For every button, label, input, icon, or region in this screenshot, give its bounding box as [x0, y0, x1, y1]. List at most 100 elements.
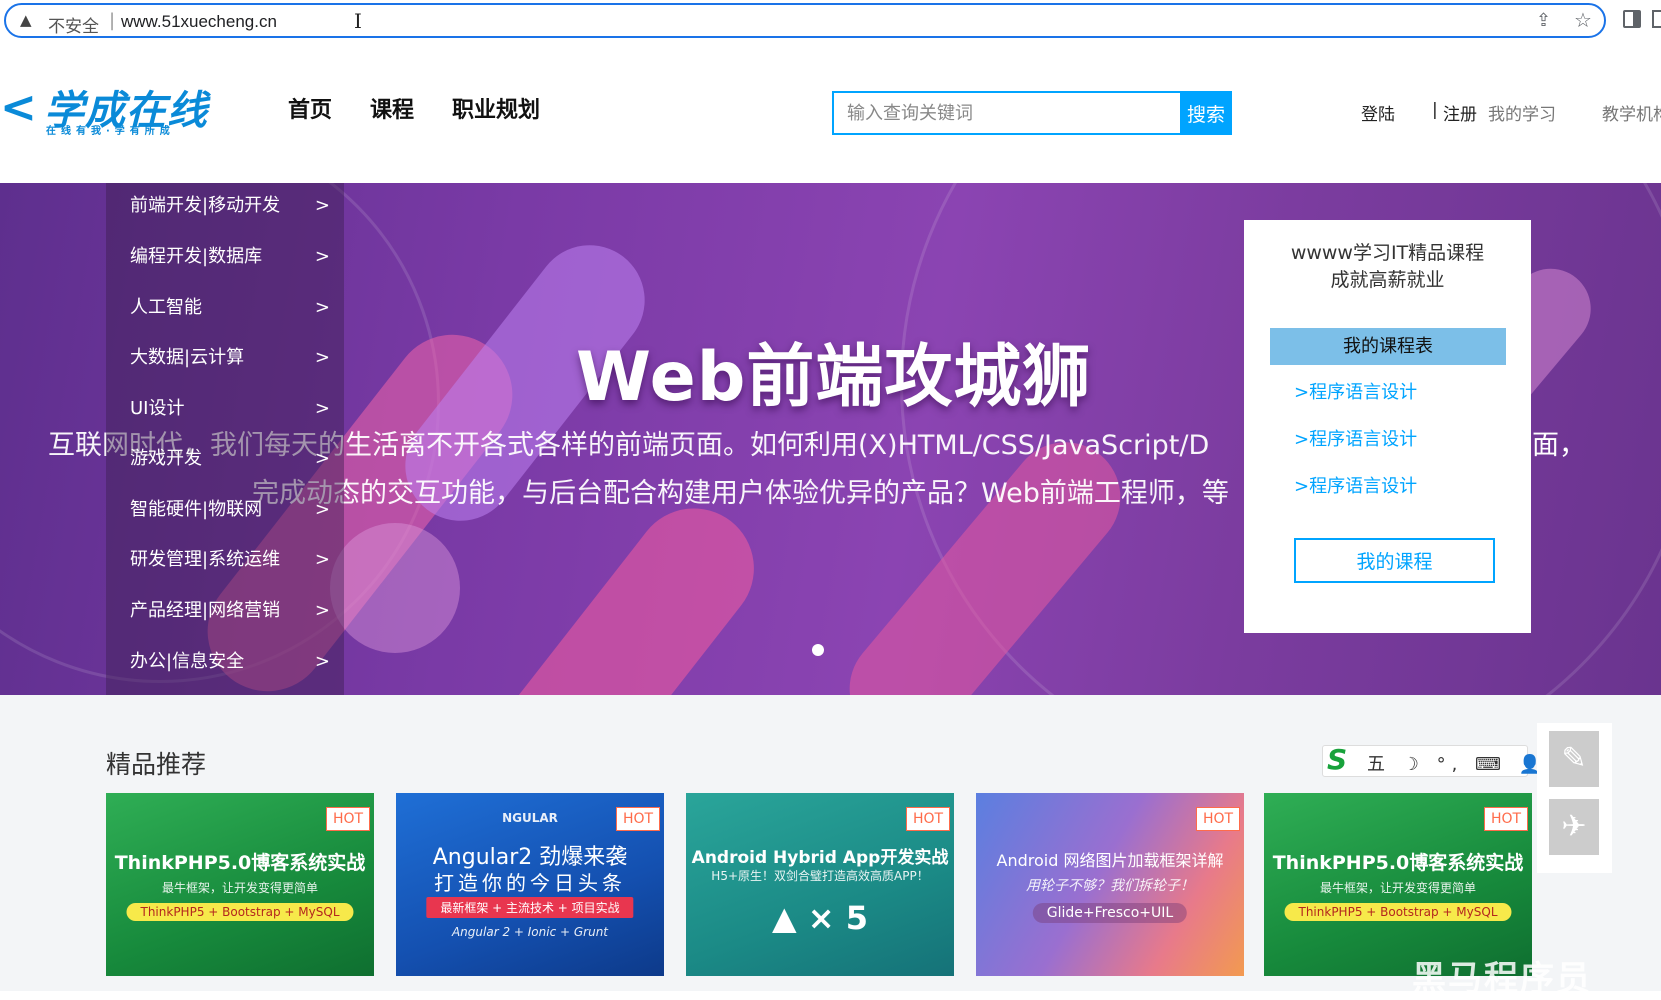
logo-mark-icon: <	[0, 82, 37, 133]
category-item[interactable]: 编程开发|数据库 >	[130, 231, 330, 282]
text-cursor-icon: I	[354, 9, 362, 33]
card-title: wwww学习IT精品课程 成就高薪就业	[1264, 240, 1511, 294]
course-tags: Glide+Fresco+UIL	[1032, 903, 1188, 923]
sogou-logo-icon: S	[1327, 743, 1348, 776]
hot-badge: HOT	[1484, 807, 1528, 831]
course-title: ThinkPHP5.0博客系统实战	[1272, 852, 1524, 874]
site-logo[interactable]: < 学成在线 在线有我·学有所成	[0, 78, 215, 138]
category-item[interactable]: 研发管理|系统运维 >	[130, 534, 330, 585]
course-tile[interactable]: HOT ThinkPHP5.0博客系统实战 最牛框架，让开发变得更简单 Thin…	[1264, 793, 1532, 976]
course-subtitle: H5+原生！双剑合璧打造高效高质APP！	[711, 869, 929, 883]
android-html5-icons: ▲ × 5	[686, 899, 954, 937]
search-input[interactable]	[834, 93, 1180, 133]
course-subtitle: Angular 2 + Ionic + Grunt	[451, 925, 609, 939]
warning-triangle-icon[interactable]: ▲	[20, 11, 32, 29]
course-title: ThinkPHP5.0博客系统实战	[114, 852, 366, 874]
course-tags: ThinkPHP5 + Bootstrap + MySQL	[126, 903, 354, 921]
category-menu: 前端开发|移动开发 > 编程开发|数据库 > 人工智能 > 大数据|云计算 > UI设计…	[106, 183, 344, 695]
chevron-right-icon: >	[314, 651, 330, 672]
airplane-icon[interactable]: ✈	[1549, 799, 1599, 855]
register-link[interactable]: 注册	[1443, 100, 1477, 125]
ime-toolbar[interactable]: S 五 ☽ °, ⌨ 👤 ⁘	[1322, 743, 1574, 777]
my-courses-button[interactable]: 我的课程	[1294, 538, 1495, 583]
category-label: 产品经理|网络营销	[130, 600, 281, 621]
category-label: UI设计	[130, 398, 185, 419]
category-item[interactable]: 人工智能 >	[130, 282, 330, 333]
browser-toolbar: ▲ 不安全 | www.51xuecheng.cn I ⇪ ☆	[0, 0, 1661, 42]
card-title-line: 成就高薪就业	[1330, 269, 1445, 291]
hot-badge: HOT	[326, 807, 370, 831]
url-text[interactable]: www.51xuecheng.cn	[121, 12, 277, 32]
html5-icon: 5	[845, 899, 868, 937]
side-toolbar: ✎ ✈	[1537, 723, 1612, 873]
category-item[interactable]: UI设计 >	[130, 383, 330, 434]
android-icon: ▲	[772, 899, 797, 937]
teaching-org-link[interactable]: 教学机构	[1602, 100, 1661, 125]
chevron-right-icon: >	[314, 246, 330, 267]
my-learning-link[interactable]: 我的学习	[1488, 100, 1556, 125]
course-tags: ThinkPHP5 + Bootstrap + MySQL	[1284, 903, 1512, 921]
watermark: 黑马程序员	[1412, 959, 1592, 999]
course-card: wwww学习IT精品课程 成就高薪就业 我的课程表 >程序语言设计 >程序语言设计…	[1244, 220, 1531, 633]
category-item[interactable]: 大数据|云计算 >	[130, 332, 330, 383]
chevron-right-icon: >	[314, 499, 330, 520]
search-button[interactable]: 搜索	[1180, 93, 1232, 133]
category-item[interactable]: 产品经理|网络营销 >	[130, 585, 330, 636]
banner-shape	[461, 484, 779, 695]
chevron-right-icon: >	[314, 549, 330, 570]
banner-title: Web前端攻城狮	[576, 338, 1092, 417]
hero-banner[interactable]: Web前端攻城狮 互联网时代，我们每天的生活离不开各式各样的前端页面。如何利用(…	[0, 183, 1661, 695]
category-label: 人工智能	[130, 297, 202, 318]
chevron-right-icon: >	[314, 600, 330, 621]
login-link[interactable]: 登陆	[1361, 100, 1395, 125]
nav-courses[interactable]: 课程	[370, 92, 414, 124]
course-tile[interactable]: HOT NGULAR Angular2 劲爆来袭 打造你的今日头条 最新框架 +…	[396, 793, 664, 976]
carousel-dot[interactable]	[812, 644, 824, 656]
category-label: 编程开发|数据库	[130, 246, 263, 267]
category-item[interactable]: 游戏开发 >	[130, 433, 330, 484]
course-tile[interactable]: HOT Android 网络图片加载框架详解 用轮子不够？我们拆轮子！ Glid…	[976, 793, 1244, 976]
search-box: 搜索	[832, 91, 1232, 135]
category-item[interactable]: 智能硬件|物联网 >	[130, 484, 330, 535]
category-label: 办公|信息安全	[130, 651, 245, 672]
card-link[interactable]: >程序语言设计	[1294, 378, 1417, 404]
side-panel-icon[interactable]	[1623, 10, 1641, 28]
category-label: 大数据|云计算	[130, 347, 245, 368]
category-item[interactable]: 前端开发|移动开发 >	[130, 183, 330, 231]
chevron-right-icon: >	[314, 398, 330, 419]
my-schedule-bar[interactable]: 我的课程表	[1270, 328, 1506, 365]
category-item[interactable]: 办公|信息安全 >	[130, 636, 330, 687]
banner-text-line2: 完成动态的交互功能，与后台配合构建用户体验优异的产品？Web前端工程师，等	[252, 478, 1229, 509]
banner-text-line1-tail: 面，	[1532, 430, 1586, 461]
course-title-line2: 打造你的今日头条	[434, 871, 626, 895]
course-subtitle: 最牛框架，让开发变得更简单	[1319, 881, 1476, 895]
card-title-line: wwww学习IT精品课程	[1290, 242, 1485, 264]
logo-slogan: 在线有我·学有所成	[46, 126, 175, 137]
course-subtitle: 最牛框架，让开发变得更简单	[161, 881, 318, 895]
bookmark-star-icon[interactable]: ☆	[1574, 8, 1592, 32]
login-divider: |	[1432, 100, 1438, 120]
category-label: 游戏开发	[130, 448, 202, 469]
hot-badge: HOT	[1196, 807, 1240, 831]
recommend-section: 精品推荐 S 五 ☽ °, ⌨ 👤 ⁘ ✎ ✈ HOT ThinkPHP5.0博…	[0, 695, 1661, 999]
course-tile[interactable]: HOT Android Hybrid App开发实战 H5+原生！双剑合璧打造高…	[686, 793, 954, 976]
edit-pencil-icon[interactable]: ✎	[1549, 731, 1599, 787]
category-label: 研发管理|系统运维	[130, 549, 281, 570]
banner-shape	[330, 523, 460, 653]
address-bar[interactable]: ▲ 不安全 | www.51xuecheng.cn I ⇪ ☆	[4, 3, 1606, 38]
card-link[interactable]: >程序语言设计	[1294, 425, 1417, 451]
chevron-right-icon: >	[314, 297, 330, 318]
course-tile[interactable]: HOT ThinkPHP5.0博客系统实战 最牛框架，让开发变得更简单 Thin…	[106, 793, 374, 976]
card-link[interactable]: >程序语言设计	[1294, 472, 1417, 498]
hot-badge: HOT	[906, 807, 950, 831]
nav-career[interactable]: 职业规划	[452, 92, 540, 124]
angular-brand: NGULAR	[502, 811, 558, 825]
category-label: 前端开发|移动开发	[130, 195, 281, 216]
course-subtitle: 用轮子不够？我们拆轮子！	[1026, 878, 1194, 894]
section-title: 精品推荐	[106, 750, 207, 779]
insecure-label[interactable]: 不安全	[48, 12, 99, 37]
extension-icon[interactable]	[1652, 10, 1661, 28]
share-icon[interactable]: ⇪	[1536, 10, 1551, 31]
nav-home[interactable]: 首页	[288, 92, 332, 124]
address-separator: |	[109, 10, 116, 31]
